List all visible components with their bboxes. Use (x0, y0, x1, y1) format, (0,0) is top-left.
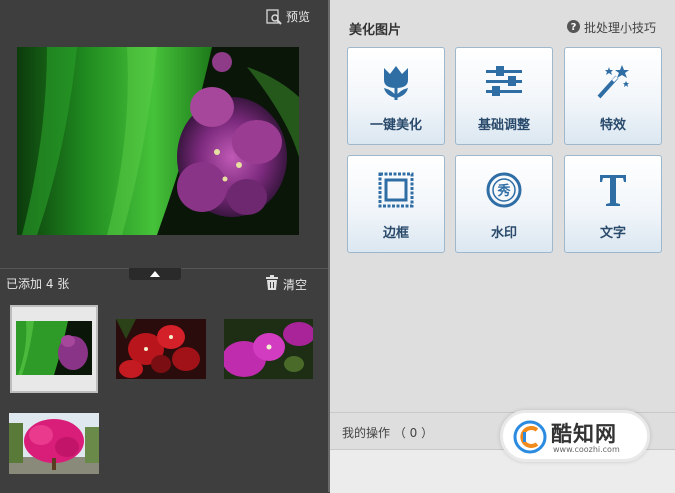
frame-icon (348, 170, 444, 210)
tile-label: 基础调整 (477, 118, 530, 133)
watermark-seal-icon: 秀 (456, 170, 552, 210)
text-button[interactable]: 文字 (564, 155, 662, 253)
collapse-toggle[interactable] (129, 268, 181, 280)
tile-label: 边框 (382, 226, 409, 241)
tulip-icon (348, 62, 444, 102)
tile-label: 一键美化 (369, 118, 422, 133)
panel-title: 美化图片 (349, 23, 402, 38)
thumbnail[interactable] (9, 413, 99, 474)
batch-tips-label: 批处理小技巧 (584, 21, 657, 35)
tile-label: 水印 (490, 226, 517, 241)
preview-icon (266, 8, 282, 25)
help-icon: ? (567, 19, 580, 36)
batch-tips-link[interactable]: ? 批处理小技巧 (567, 19, 656, 36)
thumbnail[interactable] (116, 319, 206, 379)
trash-icon (265, 275, 279, 293)
watermark-button[interactable]: 秀 水印 (455, 155, 553, 253)
tile-label: 特效 (599, 118, 626, 133)
chevron-up-icon (150, 271, 160, 277)
basic-adjust-button[interactable]: 基础调整 (455, 47, 553, 145)
frame-button[interactable]: 边框 (347, 155, 445, 253)
thumbnail-selected[interactable] (10, 305, 98, 393)
magic-wand-icon (565, 62, 661, 102)
main-preview-image (17, 47, 299, 235)
preview-label: 预览 (286, 10, 311, 24)
effects-button[interactable]: 特效 (564, 47, 662, 145)
tile-label: 文字 (599, 226, 626, 241)
watermark-brand: 酷知网 (551, 422, 617, 446)
image-list-panel: 预览 已添加 4 张 清空 (0, 0, 330, 492)
clear-label: 清空 (283, 277, 308, 292)
text-t-icon (565, 170, 661, 210)
sliders-icon (456, 62, 552, 102)
thumbnail[interactable] (224, 319, 313, 379)
operations-history-label: 我的操作 （ 0 ） (342, 426, 434, 440)
coozhi-logo-icon (513, 420, 547, 457)
watermark-url: www.coozhi.com (553, 445, 620, 454)
added-count-label: 已添加 4 张 (6, 277, 70, 291)
svg-text:秀: 秀 (496, 183, 511, 199)
one-click-beautify-button[interactable]: 一键美化 (347, 47, 445, 145)
svg-text:?: ? (571, 22, 577, 33)
clear-button[interactable]: 清空 (265, 275, 307, 293)
site-watermark: 酷知网 www.coozhi.com (500, 410, 650, 462)
preview-button[interactable]: 预览 (266, 8, 310, 25)
